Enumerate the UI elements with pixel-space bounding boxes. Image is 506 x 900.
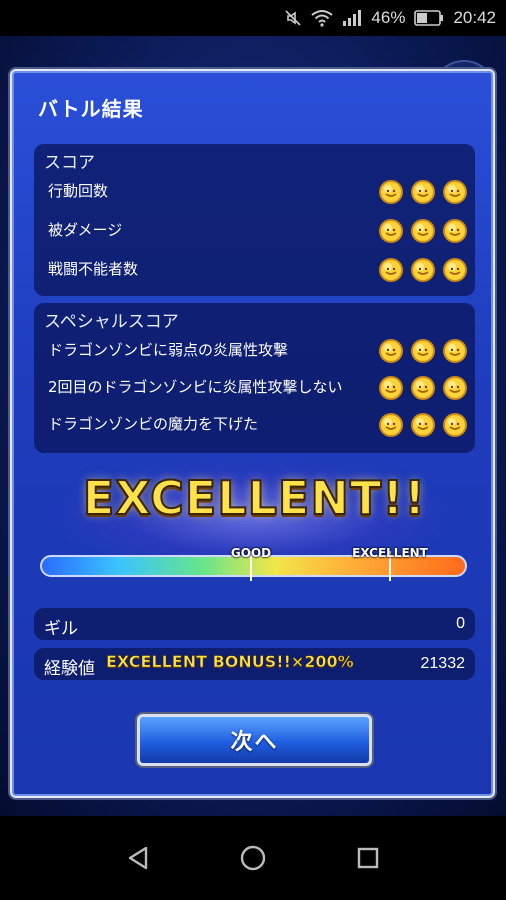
exp-row: 経験値 EXCELLENT BONUS!!×200% 21332 <box>34 648 475 680</box>
medal-icon <box>441 217 469 245</box>
special-row-1: ドラゴンゾンビに弱点の炎属性攻撃 <box>48 341 289 359</box>
recents-button[interactable] <box>348 838 388 878</box>
home-button[interactable] <box>233 838 273 878</box>
exp-bonus: EXCELLENT BONUS!!×200% <box>106 652 354 672</box>
gauge-label-good: GOOD <box>230 546 272 560</box>
gil-value: 0 <box>456 615 465 632</box>
score-heading: スコア <box>44 153 95 173</box>
medal-icon <box>377 337 405 365</box>
medal-icon <box>409 178 437 206</box>
back-icon <box>128 846 147 870</box>
special-row-3: ドラゴンゾンビの魔力を下げた <box>48 415 259 433</box>
score-row-ko: 戦闘不能者数 <box>48 260 139 278</box>
score-row-damage: 被ダメージ <box>48 221 123 239</box>
clock: 20:42 <box>453 8 496 27</box>
medal-icon <box>441 411 469 439</box>
special-score-panel: スペシャルスコア ドラゴンゾンビに弱点の炎属性攻撃 2回目のドラゴンゾンビに炎属… <box>34 303 475 453</box>
next-button-label: 次へ <box>230 730 279 755</box>
mute-icon <box>284 9 302 27</box>
recents-icon <box>358 847 379 869</box>
medals-special-2 <box>377 374 469 402</box>
gil-row: ギル 0 <box>34 608 475 640</box>
signal-icon <box>342 10 362 26</box>
special-score-heading: スペシャルスコア <box>44 312 179 332</box>
exp-value: 21332 <box>420 655 466 672</box>
next-button[interactable]: 次へ <box>137 714 372 766</box>
medal-icon <box>409 217 437 245</box>
medal-icon <box>409 374 437 402</box>
gil-label: ギル <box>44 619 78 639</box>
medal-icon <box>441 374 469 402</box>
special-row-2: 2回目のドラゴンゾンビに炎属性攻撃しない <box>48 378 343 396</box>
rank-banner: EXCELLENT!! <box>82 470 427 526</box>
navigation-bar <box>0 816 506 900</box>
medal-icon <box>441 178 469 206</box>
medal-icon <box>409 337 437 365</box>
score-row-actions: 行動回数 <box>48 182 109 200</box>
gauge-label-excellent: EXCELLENT <box>352 546 428 560</box>
back-button[interactable] <box>118 838 158 878</box>
battery-percent: 46% <box>371 8 406 27</box>
medal-icon <box>377 374 405 402</box>
home-icon <box>240 845 266 871</box>
score-panel: スコア 行動回数 被ダメージ 戦闘不能者数 <box>34 144 475 296</box>
medal-icon <box>441 337 469 365</box>
medal-icon <box>409 411 437 439</box>
medal-icon <box>377 217 405 245</box>
medals-actions <box>377 178 469 206</box>
medal-icon <box>441 256 469 284</box>
medal-icon <box>377 178 405 206</box>
medals-damage <box>377 217 469 245</box>
exp-label: 経験値 <box>44 659 95 679</box>
battery-icon <box>414 10 444 26</box>
medals-special-1 <box>377 337 469 365</box>
medals-ko <box>377 256 469 284</box>
medals-special-3 <box>377 411 469 439</box>
medal-icon <box>377 256 405 284</box>
battle-result-dialog: バトル結果 スコア 行動回数 被ダメージ 戦闘不能者数 スペシャルスコア ドラゴ… <box>10 69 495 798</box>
wifi-icon <box>311 9 334 27</box>
medal-icon <box>409 256 437 284</box>
dialog-title: バトル結果 <box>38 97 144 121</box>
status-bar: 46% 20:42 <box>0 0 506 36</box>
medal-icon <box>377 411 405 439</box>
